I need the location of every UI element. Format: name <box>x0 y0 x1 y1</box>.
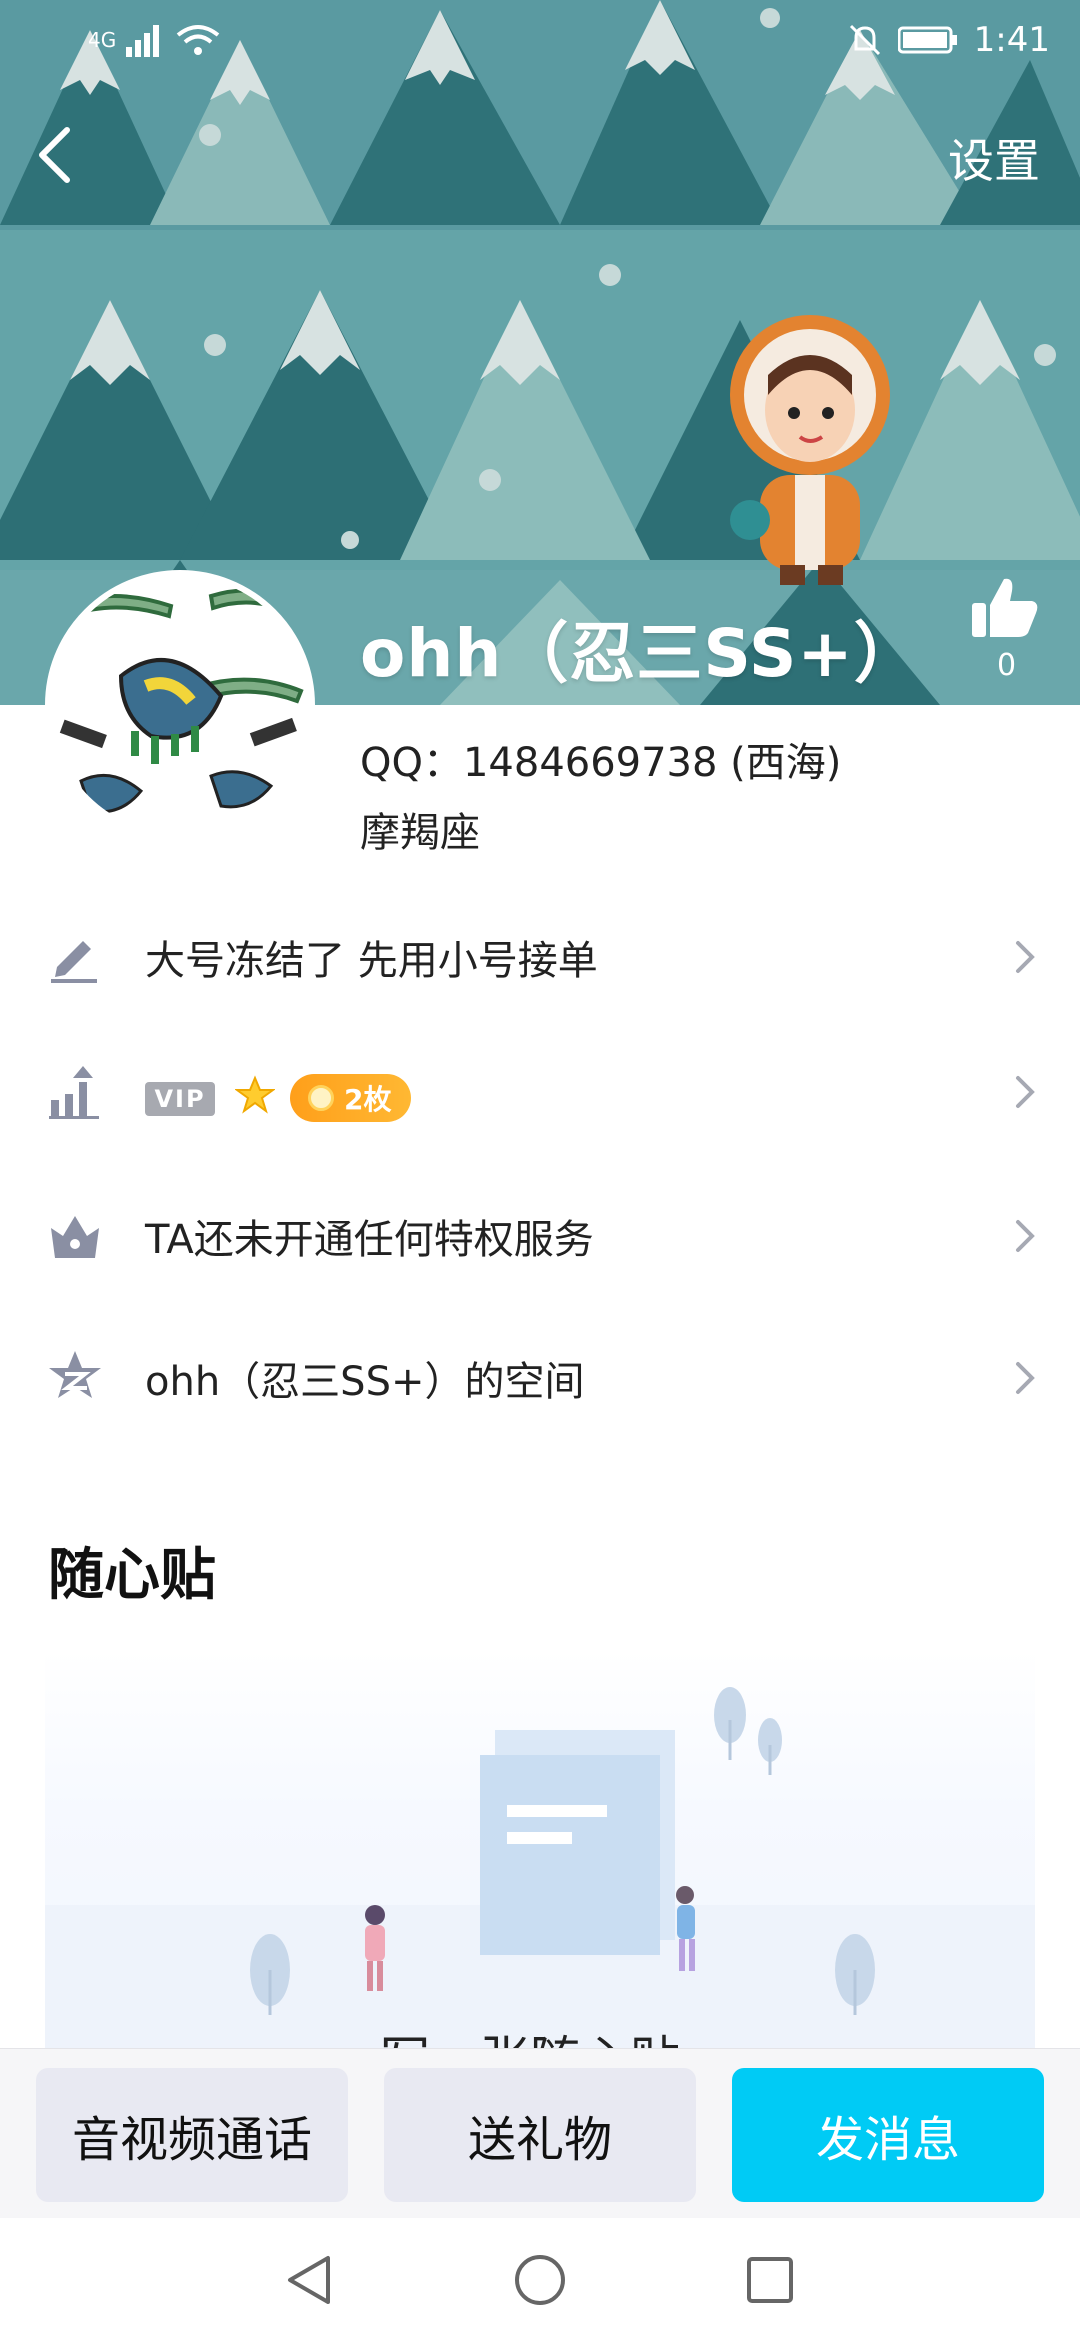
network-label: 4G <box>88 28 117 52</box>
qq-number: QQ：1484669738 (西海) <box>360 740 842 786</box>
privilege-row[interactable]: TA还未开通任何特权服务 <box>0 1176 1080 1296</box>
qzone-text: ohh（忍三SS+）的空间 <box>145 1359 585 1405</box>
medal-count: 2枚 <box>344 1083 392 1116</box>
signature-text: 大号冻结了 先用小号接单 <box>145 938 598 984</box>
pencil-icon <box>51 941 97 983</box>
like-count: 0 <box>997 648 1017 683</box>
qzone-row[interactable]: ohh（忍三SS+）的空间 <box>0 1318 1080 1438</box>
medal-badge: 2枚 <box>290 1074 412 1122</box>
status-bar-left: 4G <box>88 20 220 60</box>
nav-home-icon[interactable] <box>510 2250 570 2310</box>
section-title-sticky: 随心贴 <box>48 1543 216 1608</box>
crown-icon <box>51 1216 99 1258</box>
clock: 1:41 <box>973 20 1050 60</box>
sticky-illustration <box>45 1687 1035 2050</box>
avatar-image <box>51 576 309 834</box>
nickname: ohh（忍三SS+） <box>360 615 921 692</box>
mute-bell-icon <box>849 24 880 56</box>
zodiac: 摩羯座 <box>360 810 480 856</box>
chevron-left-icon <box>39 127 70 183</box>
level-up-icon <box>49 1066 99 1119</box>
chevron-right-icon <box>1016 1076 1035 1108</box>
qzone-star-icon <box>49 1351 101 1398</box>
like-button[interactable] <box>970 575 1040 640</box>
signature-row[interactable]: 大号冻结了 先用小号接单 <box>0 897 1080 1017</box>
send-message-button[interactable]: 发消息 <box>732 2068 1044 2202</box>
privilege-text: TA还未开通任何特权服务 <box>145 1217 594 1263</box>
vip-tag: VIP <box>145 1082 215 1116</box>
chevron-right-icon <box>1016 1220 1035 1252</box>
back-button[interactable] <box>22 120 92 190</box>
chevron-right-icon <box>1016 1362 1035 1394</box>
settings-button[interactable]: 设置 <box>948 125 1040 191</box>
star-icon <box>235 1075 275 1114</box>
avatar[interactable] <box>45 570 315 840</box>
signal-icon <box>126 25 160 57</box>
nav-recents-icon[interactable] <box>740 2250 800 2310</box>
nav-back-icon[interactable] <box>280 2250 340 2310</box>
status-bar-right: 1:41 <box>848 18 1050 62</box>
wifi-icon <box>176 25 220 55</box>
battery-icon <box>897 26 957 54</box>
thumbs-up-icon <box>972 578 1038 637</box>
level-row[interactable]: VIP 2枚 <box>0 1032 1080 1152</box>
chevron-right-icon <box>1016 941 1035 973</box>
send-gift-button[interactable]: 送礼物 <box>384 2068 696 2202</box>
av-call-button[interactable]: 音视频通话 <box>36 2068 348 2202</box>
medal-icon <box>308 1085 334 1111</box>
sticky-empty-illustration[interactable] <box>45 1650 1035 2050</box>
